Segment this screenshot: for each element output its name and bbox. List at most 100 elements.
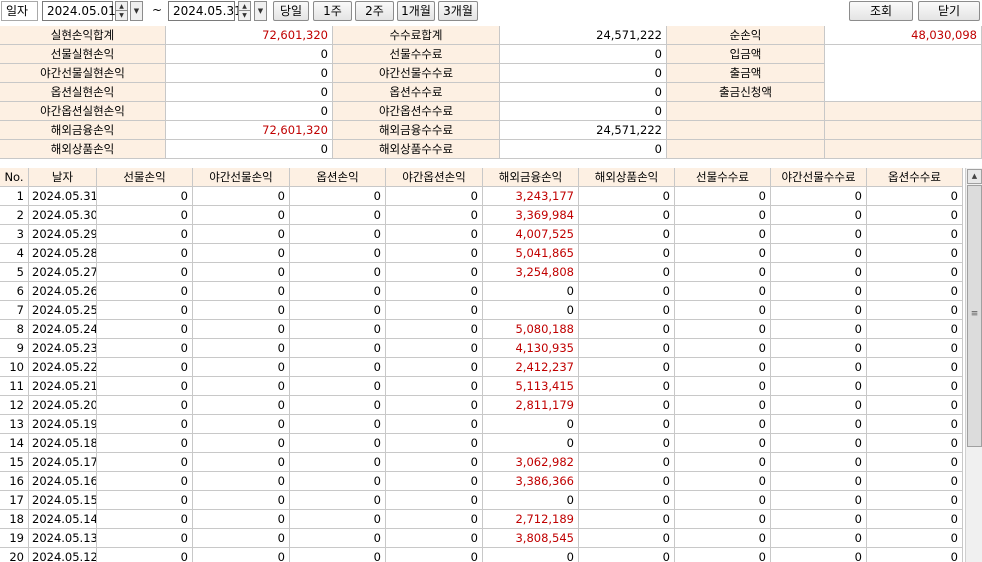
close-button[interactable]: 닫기 [918,1,980,21]
col-night-futures-pnl-cell: 0 [193,358,290,377]
table-row[interactable]: 9 2024.05.23 0 0 0 0 4,130,935 0 0 0 0 [0,339,965,358]
search-button[interactable]: 조회 [849,1,913,21]
col-date-cell: 2024.05.13 [29,529,97,548]
night-options-fee-value: 0 [500,102,667,121]
spin-down-icon[interactable]: ▼ [239,11,250,20]
table-row[interactable]: 15 2024.05.17 0 0 0 0 3,062,982 0 0 0 0 [0,453,965,472]
three-month-button[interactable]: 3개월 [438,1,478,21]
options-fee-label: 옵션수수료 [333,83,500,102]
summary-empty-cell [825,121,982,140]
header-col-no[interactable]: No. [0,168,29,187]
col-night-options-pnl-cell: 0 [386,187,483,206]
col-futures-fee-cell: 0 [675,339,771,358]
scroll-thumb[interactable]: ≡ [967,185,982,447]
header-col-night-options-pnl[interactable]: 야간옵션손익 [386,168,483,187]
table-row[interactable]: 2 2024.05.30 0 0 0 0 3,369,984 0 0 0 0 [0,206,965,225]
overseas-goods-fee-label: 해외상품수수료 [333,140,500,159]
table-row[interactable]: 16 2024.05.16 0 0 0 0 3,386,366 0 0 0 0 [0,472,965,491]
col-night-futures-pnl-cell: 0 [193,434,290,453]
table-row[interactable]: 3 2024.05.29 0 0 0 0 4,007,525 0 0 0 0 [0,225,965,244]
header-col-night-futures-fee[interactable]: 야간선물수수료 [771,168,867,187]
table-row[interactable]: 14 2024.05.18 0 0 0 0 0 0 0 0 0 [0,434,965,453]
two-week-button[interactable]: 2주 [355,1,394,21]
spin-down-icon[interactable]: ▼ [116,11,127,20]
col-no-cell: 17 [0,491,29,510]
scroll-grip-icon: ≡ [970,309,979,319]
end-date-field[interactable]: 2024.05.31 [168,1,242,21]
daily-pnl-grid[interactable]: No. 날자 선물손익 야간선물손익 옵션손익 야간옵션손익 해외금융손익 해외상품손익 선물수… [0,168,965,562]
col-night-futures-pnl-cell: 0 [193,529,290,548]
end-date-spinner[interactable]: ▲ ▼ [238,1,251,21]
summary-empty-cell [667,102,825,121]
realized-total-label: 실현손익합계 [0,26,166,45]
col-night-futures-fee-cell: 0 [771,453,867,472]
col-options-pnl-cell: 0 [290,510,386,529]
table-row[interactable]: 1 2024.05.31 0 0 0 0 3,243,177 0 0 0 0 [0,187,965,206]
col-futures-pnl-cell: 0 [97,263,193,282]
header-col-options-fee[interactable]: 옵션수수료 [867,168,963,187]
col-night-futures-pnl-cell: 0 [193,244,290,263]
table-row[interactable]: 8 2024.05.24 0 0 0 0 5,080,188 0 0 0 0 [0,320,965,339]
col-futures-pnl-cell: 0 [97,320,193,339]
col-overseas-goods-pnl-cell: 0 [579,187,675,206]
start-date-spinner[interactable]: ▲ ▼ [115,1,128,21]
col-futures-fee-cell: 0 [675,453,771,472]
end-date-dropdown-icon[interactable]: ▼ [254,1,267,21]
col-night-options-pnl-cell: 0 [386,320,483,339]
col-night-futures-fee-cell: 0 [771,415,867,434]
vertical-scrollbar[interactable]: ▲ ≡ [965,168,982,562]
overseas-goods-value: 0 [166,140,333,159]
col-futures-pnl-cell: 0 [97,187,193,206]
col-futures-fee-cell: 0 [675,244,771,263]
col-night-options-pnl-cell: 0 [386,510,483,529]
col-night-options-pnl-cell: 0 [386,472,483,491]
col-futures-pnl-cell: 0 [97,529,193,548]
spin-up-icon[interactable]: ▲ [239,2,250,11]
table-row[interactable]: 7 2024.05.25 0 0 0 0 0 0 0 0 0 [0,301,965,320]
col-no-cell: 12 [0,396,29,415]
col-night-futures-pnl-cell: 0 [193,491,290,510]
start-date-dropdown-icon[interactable]: ▼ [130,1,143,21]
col-night-futures-pnl-cell: 0 [193,510,290,529]
col-overseas-fin-pnl-cell: 2,412,237 [483,358,579,377]
header-col-options-pnl[interactable]: 옵션손익 [290,168,386,187]
table-row[interactable]: 17 2024.05.15 0 0 0 0 0 0 0 0 0 [0,491,965,510]
col-overseas-fin-pnl-cell: 0 [483,282,579,301]
header-col-date[interactable]: 날자 [29,168,97,187]
header-col-night-futures-pnl[interactable]: 야간선물손익 [193,168,290,187]
col-options-fee-cell: 0 [867,548,963,562]
table-row[interactable]: 4 2024.05.28 0 0 0 0 5,041,865 0 0 0 0 [0,244,965,263]
col-futures-pnl-cell: 0 [97,225,193,244]
header-col-overseas-goods-pnl[interactable]: 해외상품손익 [579,168,675,187]
col-night-futures-pnl-cell: 0 [193,320,290,339]
col-futures-fee-cell: 0 [675,510,771,529]
table-row[interactable]: 12 2024.05.20 0 0 0 0 2,811,179 0 0 0 0 [0,396,965,415]
night-futures-fee-label: 야간선물수수료 [333,64,500,83]
scroll-up-icon[interactable]: ▲ [967,169,982,184]
today-button[interactable]: 당일 [273,1,309,21]
table-row[interactable]: 18 2024.05.14 0 0 0 0 2,712,189 0 0 0 0 [0,510,965,529]
table-row[interactable]: 6 2024.05.26 0 0 0 0 0 0 0 0 0 [0,282,965,301]
col-options-pnl-cell: 0 [290,396,386,415]
col-options-pnl-cell: 0 [290,472,386,491]
col-night-futures-fee-cell: 0 [771,548,867,562]
table-row[interactable]: 13 2024.05.19 0 0 0 0 0 0 0 0 0 [0,415,965,434]
header-col-futures-pnl[interactable]: 선물손익 [97,168,193,187]
header-col-overseas-fin-pnl[interactable]: 해외금융손익 [483,168,579,187]
col-options-pnl-cell: 0 [290,548,386,562]
col-futures-pnl-cell: 0 [97,301,193,320]
col-futures-fee-cell: 0 [675,282,771,301]
start-date-field[interactable]: 2024.05.01 [42,1,116,21]
table-row[interactable]: 5 2024.05.27 0 0 0 0 3,254,808 0 0 0 0 [0,263,965,282]
header-col-futures-fee[interactable]: 선물수수료 [675,168,771,187]
table-row[interactable]: 20 2024.05.12 0 0 0 0 0 0 0 0 0 [0,548,965,562]
table-row[interactable]: 10 2024.05.22 0 0 0 0 2,412,237 0 0 0 0 [0,358,965,377]
col-overseas-goods-pnl-cell: 0 [579,453,675,472]
one-month-button[interactable]: 1개월 [397,1,435,21]
spin-up-icon[interactable]: ▲ [116,2,127,11]
one-week-button[interactable]: 1주 [313,1,352,21]
col-options-fee-cell: 0 [867,225,963,244]
table-row[interactable]: 19 2024.05.13 0 0 0 0 3,808,545 0 0 0 0 [0,529,965,548]
table-row[interactable]: 11 2024.05.21 0 0 0 0 5,113,415 0 0 0 0 [0,377,965,396]
withdraw-value [825,64,982,83]
